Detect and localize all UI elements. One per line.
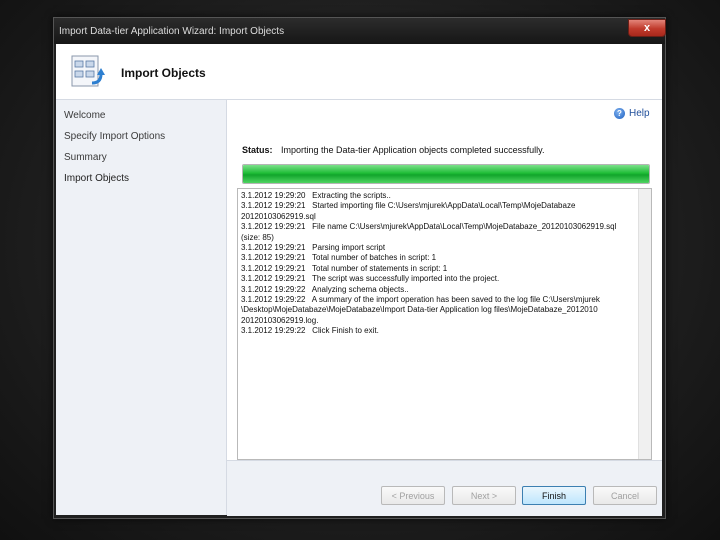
log-line: (size: 85) <box>241 232 274 242</box>
next-button[interactable]: Next > <box>452 486 516 505</box>
progress-bar-fill <box>243 165 649 183</box>
status-text: Importing the Data-tier Application obje… <box>281 145 545 155</box>
log-lines: 3.1.2012 19:29:20 Extracting the scripts… <box>241 191 636 336</box>
finish-button[interactable]: Finish <box>522 486 586 505</box>
log-line: 3.1.2012 19:29:21 File name C:\Users\mju… <box>241 222 617 232</box>
wizard-header: Import Objects <box>56 44 662 100</box>
log-line: 20120103062919.sql <box>241 211 316 221</box>
status-label: Status: <box>242 145 273 155</box>
help-link[interactable]: ? Help <box>614 108 650 119</box>
main-panel: ? Help Status: Importing the Data-tier A… <box>227 100 662 460</box>
log-line: \Desktop\MojeDatabaze\MojeDatabaze\Impor… <box>241 305 598 315</box>
wizard-objects-icon <box>71 55 105 87</box>
wizard-client-area: Import Objects Welcome Specify Import Op… <box>56 44 662 516</box>
log-line: 3.1.2012 19:29:21 Started importing file… <box>241 201 576 211</box>
nav-step-specify-import-options[interactable]: Specify Import Options <box>64 131 165 142</box>
status-line: Status: Importing the Data-tier Applicat… <box>242 145 545 155</box>
nav-step-welcome[interactable]: Welcome <box>64 110 106 121</box>
window-title: Import Data-tier Application Wizard: Imp… <box>59 26 285 37</box>
previous-button[interactable]: < Previous <box>381 486 445 505</box>
help-label: Help <box>629 108 650 119</box>
wizard-step-list: Welcome Specify Import Options Summary I… <box>56 100 227 515</box>
close-button[interactable]: x <box>628 19 666 37</box>
wizard-footer: < Previous Next > Finish Cancel <box>227 460 662 516</box>
log-line: 3.1.2012 19:29:21 Total number of statem… <box>241 263 448 273</box>
nav-step-import-objects[interactable]: Import Objects <box>64 173 129 184</box>
title-bar[interactable]: Import Data-tier Application Wizard: Imp… <box>54 18 666 44</box>
log-output[interactable]: 3.1.2012 19:29:20 Extracting the scripts… <box>237 188 652 460</box>
log-line: 3.1.2012 19:29:20 Extracting the scripts… <box>241 191 391 200</box>
close-icon: x <box>643 22 651 34</box>
log-line: 3.1.2012 19:29:22 Click Finish to exit. <box>241 326 379 336</box>
wizard-window: Import Data-tier Application Wizard: Imp… <box>53 17 666 519</box>
progress-bar <box>242 164 650 184</box>
nav-step-summary[interactable]: Summary <box>64 152 107 163</box>
log-line: 3.1.2012 19:29:21 The script was success… <box>241 274 500 284</box>
log-line: 3.1.2012 19:29:21 Parsing import script <box>241 242 386 252</box>
cancel-button[interactable]: Cancel <box>593 486 657 505</box>
log-line: 20120103062919.log. <box>241 315 319 325</box>
log-line: 3.1.2012 19:29:22 Analyzing schema objec… <box>241 284 409 294</box>
help-icon: ? <box>614 108 625 119</box>
log-line: 3.1.2012 19:29:22 A summary of the impor… <box>241 294 600 304</box>
log-line: 3.1.2012 19:29:21 Total number of batche… <box>241 253 437 263</box>
page-title: Import Objects <box>121 66 206 80</box>
log-scrollbar[interactable] <box>638 189 651 459</box>
